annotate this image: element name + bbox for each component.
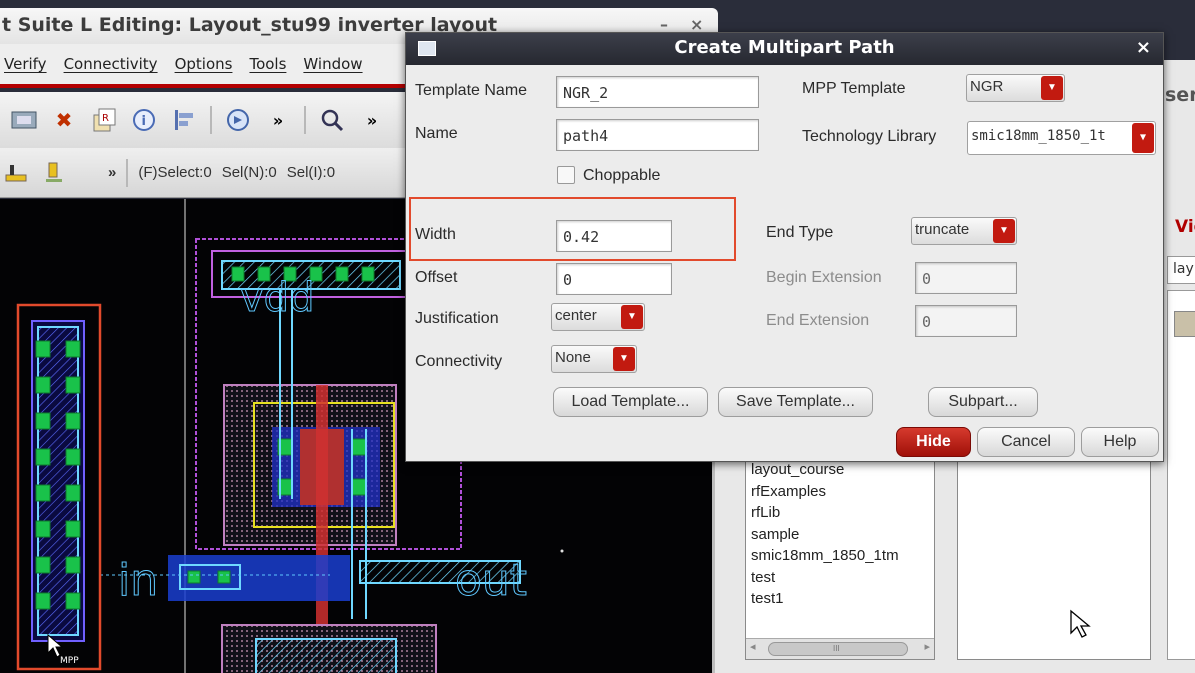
choppable-label: Choppable bbox=[583, 167, 661, 184]
template-name-input[interactable]: NGR_2 bbox=[556, 76, 759, 108]
offset-input[interactable]: 0 bbox=[556, 263, 672, 295]
end-extension-input[interactable]: 0 bbox=[915, 305, 1017, 337]
screen-icon[interactable] bbox=[10, 106, 38, 134]
offset-label: Offset bbox=[415, 269, 458, 286]
dialog-title: Create Multipart Path bbox=[674, 37, 895, 58]
more-icon[interactable]: » bbox=[264, 106, 292, 134]
mouse-cursor-icon bbox=[1070, 609, 1091, 638]
svg-text:i: i bbox=[142, 114, 146, 129]
horizontal-scrollbar[interactable]: ◂ III ▸ bbox=[746, 637, 934, 659]
sel-i-count: Sel(I):0 bbox=[286, 164, 336, 181]
view-label-partial: Vie bbox=[1175, 217, 1195, 237]
chevron-down-icon[interactable]: ▼ bbox=[613, 347, 635, 371]
chevron-down-icon[interactable]: ▼ bbox=[1041, 76, 1063, 100]
properties-icon[interactable]: R bbox=[90, 106, 118, 134]
name-input[interactable]: path4 bbox=[556, 119, 759, 151]
end-type-select[interactable]: truncate ▼ bbox=[911, 217, 1017, 245]
create-multipart-path-dialog: Create Multipart Path × Template Name NG… bbox=[405, 32, 1164, 462]
toolbar-separator bbox=[126, 158, 129, 187]
more-icon[interactable]: » bbox=[358, 106, 386, 134]
cell-list[interactable] bbox=[957, 460, 1151, 660]
menu-window[interactable]: Window bbox=[303, 55, 362, 73]
scroll-thumb[interactable]: III bbox=[768, 641, 908, 656]
toolbar-separator bbox=[210, 106, 212, 134]
begin-extension-input[interactable]: 0 bbox=[915, 262, 1017, 294]
info-icon[interactable]: i bbox=[130, 106, 158, 134]
marker-icon[interactable] bbox=[40, 159, 68, 187]
view-field-partial[interactable]: lay bbox=[1167, 256, 1195, 284]
list-item[interactable]: rfLib bbox=[746, 504, 934, 526]
list-item[interactable]: test1 bbox=[746, 590, 934, 612]
load-template-button[interactable]: Load Template... bbox=[553, 387, 708, 417]
menu-tools[interactable]: Tools bbox=[249, 55, 286, 73]
ruler-icon[interactable] bbox=[2, 159, 30, 187]
justification-select[interactable]: center ▼ bbox=[551, 303, 645, 331]
connectivity-select[interactable]: None ▼ bbox=[551, 345, 637, 373]
vdd-pin-label: vdd bbox=[240, 275, 314, 321]
help-button[interactable]: Help bbox=[1081, 427, 1159, 457]
technology-library-select[interactable]: smic18mm_1850_1t ▼ bbox=[967, 121, 1156, 155]
refresh-icon[interactable] bbox=[224, 106, 252, 134]
dialog-title-bar[interactable]: Create Multipart Path × bbox=[406, 33, 1163, 65]
layout-thumbnail-icon[interactable] bbox=[1174, 311, 1195, 337]
select-count: (F)Select:0 bbox=[138, 164, 212, 181]
list-item[interactable]: sample bbox=[746, 526, 934, 548]
zoom-icon[interactable] bbox=[318, 106, 346, 134]
menu-options[interactable]: Options bbox=[175, 55, 233, 73]
list-item[interactable]: test bbox=[746, 569, 934, 591]
in-pin-label: in bbox=[118, 555, 158, 606]
browser-header-partial: ser bbox=[1165, 84, 1195, 106]
close-icon[interactable]: × bbox=[1136, 33, 1151, 63]
chevron-down-icon[interactable]: ▼ bbox=[621, 305, 643, 329]
name-label: Name bbox=[415, 125, 458, 142]
hide-button[interactable]: Hide bbox=[896, 427, 971, 457]
connectivity-label: Connectivity bbox=[415, 353, 503, 370]
sel-n-count: Sel(N):0 bbox=[221, 164, 277, 181]
menu-connectivity[interactable]: Connectivity bbox=[64, 55, 158, 73]
begin-extension-label: Begin Extension bbox=[766, 269, 882, 286]
out-pin-label: out bbox=[455, 555, 527, 606]
scroll-right-icon[interactable]: ▸ bbox=[924, 640, 930, 653]
justification-label: Justification bbox=[415, 310, 499, 327]
technology-library-label: Technology Library bbox=[802, 128, 937, 145]
list-item[interactable]: smic18mm_1850_1tm bbox=[746, 547, 934, 569]
cancel-button[interactable]: Cancel bbox=[977, 427, 1075, 457]
menu-verify[interactable]: Verify bbox=[4, 55, 47, 73]
template-name-label: Template Name bbox=[415, 82, 528, 99]
align-icon[interactable] bbox=[170, 106, 198, 134]
chevron-down-icon[interactable]: ▼ bbox=[1132, 123, 1154, 153]
width-input[interactable]: 0.42 bbox=[556, 220, 672, 252]
mpp-cursor-label: MPP bbox=[60, 656, 79, 666]
scroll-left-icon[interactable]: ◂ bbox=[750, 640, 756, 653]
list-item[interactable]: layout_course bbox=[746, 461, 934, 483]
mpp-template-label: MPP Template bbox=[802, 80, 906, 97]
width-label: Width bbox=[415, 226, 456, 243]
choppable-checkbox[interactable] bbox=[557, 166, 575, 184]
list-item[interactable]: rfExamples bbox=[746, 483, 934, 505]
svg-text:R: R bbox=[102, 113, 109, 124]
mpp-template-select[interactable]: NGR ▼ bbox=[966, 74, 1065, 102]
toolbar-separator bbox=[304, 106, 306, 134]
view-list-panel[interactable] bbox=[1167, 290, 1195, 660]
library-list[interactable]: layout_course rfExamples rfLib sample sm… bbox=[745, 460, 935, 660]
end-extension-label: End Extension bbox=[766, 312, 870, 329]
save-template-button[interactable]: Save Template... bbox=[718, 387, 873, 417]
screen: t Suite L Editing: Layout_stu99 inverter… bbox=[0, 0, 1195, 673]
subpart-button[interactable]: Subpart... bbox=[928, 387, 1038, 417]
chevron-down-icon[interactable]: ▼ bbox=[993, 219, 1015, 243]
delete-icon[interactable]: ✖ bbox=[50, 106, 78, 134]
end-type-label: End Type bbox=[766, 224, 834, 241]
window-menu-icon[interactable] bbox=[418, 41, 436, 56]
more-icon[interactable]: » bbox=[108, 164, 116, 181]
